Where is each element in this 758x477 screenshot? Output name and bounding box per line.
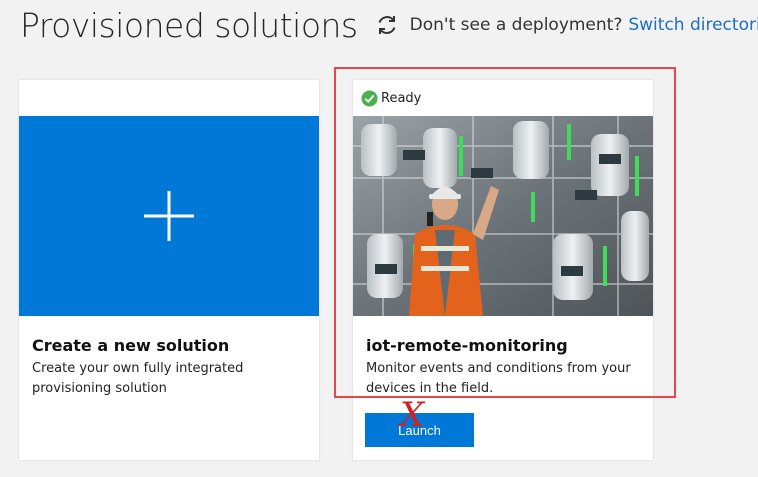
create-solution-card[interactable]: Create a new solution Create your own fu…: [19, 80, 319, 460]
checkmark-circle-icon: [361, 90, 378, 107]
create-solution-title: Create a new solution: [32, 336, 230, 355]
solution-description: Monitor events and conditions from your …: [366, 361, 631, 396]
solution-image: [353, 116, 653, 316]
create-solution-description: Create your own fully integrated provisi…: [32, 361, 244, 396]
create-solution-tile[interactable]: [19, 116, 319, 316]
page-header: Provisioned solutions Don't see a deploy…: [20, 0, 758, 50]
solution-card: Ready iot-remote-monitoring Monitor even…: [353, 80, 653, 460]
status-label: Ready: [381, 91, 422, 106]
refresh-icon[interactable]: [374, 12, 400, 38]
page-title: Provisioned solutions: [20, 5, 358, 45]
plus-icon: [144, 191, 194, 241]
solution-title: iot-remote-monitoring: [366, 336, 568, 355]
status-badge: Ready: [361, 90, 421, 107]
launch-button[interactable]: Launch: [365, 413, 474, 447]
switch-directories-link[interactable]: Switch directories: [628, 15, 758, 35]
deployment-hint: Don't see a deployment?: [409, 15, 623, 35]
